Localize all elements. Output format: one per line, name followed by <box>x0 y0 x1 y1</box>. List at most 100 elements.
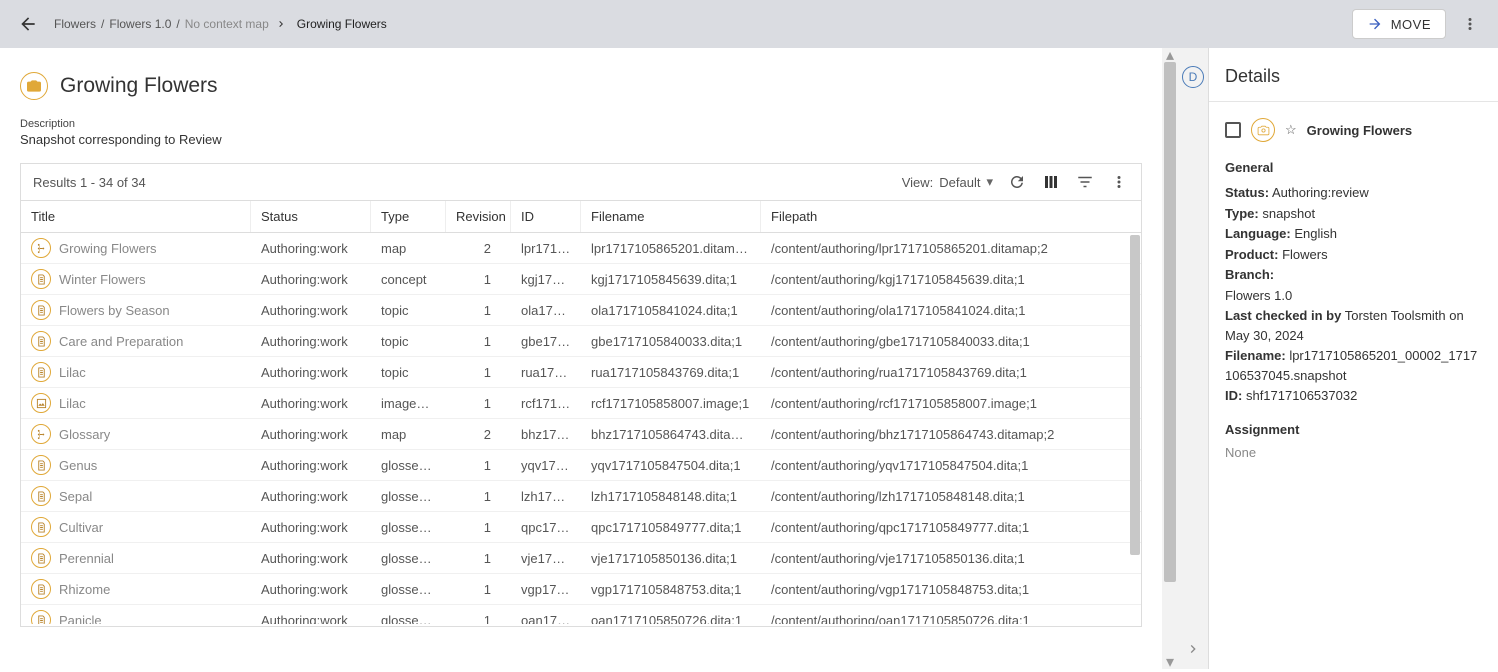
row-revision: 2 <box>446 236 511 261</box>
table-row[interactable]: SepalAuthoring:workglossentry1lzh17171..… <box>21 481 1141 512</box>
row-filename: rua1717105843769.dita;1 <box>581 360 761 385</box>
row-title-link[interactable]: Cultivar <box>59 520 103 535</box>
row-filepath: /content/authoring/kgj1717105845639.dita… <box>761 267 1141 292</box>
side-strip: D <box>1178 48 1208 669</box>
table-row[interactable]: Genus Authoring:workglossentry1yqv1717...… <box>21 450 1141 481</box>
row-id: rcf17171... <box>511 391 581 416</box>
arrow-left-icon <box>18 14 38 34</box>
row-title-link[interactable]: Care and Preparation <box>59 334 183 349</box>
row-filename: rcf1717105858007.image;1 <box>581 391 761 416</box>
row-filepath: /content/authoring/qpc1717105849777.dita… <box>761 515 1141 540</box>
table-row[interactable]: Care and PreparationAuthoring:worktopic1… <box>21 326 1141 357</box>
row-status: Authoring:work <box>251 453 371 478</box>
row-status: Authoring:work <box>251 360 371 385</box>
row-title-link[interactable]: Sepal <box>59 489 92 504</box>
snapshot-icon <box>1251 118 1275 142</box>
table-more-button[interactable] <box>1109 172 1129 192</box>
col-title[interactable]: Title <box>21 201 251 232</box>
row-revision: 1 <box>446 453 511 478</box>
row-revision: 1 <box>446 577 511 602</box>
row-title-link[interactable]: Panicle <box>59 613 102 625</box>
col-revision[interactable]: Revision <box>446 201 511 232</box>
scroll-down-icon[interactable]: ▾ <box>1162 655 1178 669</box>
row-revision: 1 <box>446 484 511 509</box>
filter-icon <box>1076 173 1094 191</box>
table-row[interactable]: Growing FlowersAuthoring:workmap2lpr1717… <box>21 233 1141 264</box>
table-row[interactable]: PanicleAuthoring:workglossentry1oan1717.… <box>21 605 1141 624</box>
table-row[interactable]: LilacAuthoring:worktopic1rua17171...rua1… <box>21 357 1141 388</box>
details-toggle[interactable]: D <box>1182 66 1204 88</box>
breadcrumb-item[interactable]: Flowers <box>54 17 96 31</box>
row-title-link[interactable]: Glossary <box>59 427 110 442</box>
more-menu-button[interactable] <box>1458 12 1482 36</box>
row-filename: qpc1717105849777.dita;1 <box>581 515 761 540</box>
main-scrollbar[interactable]: ▴ ▾ <box>1162 48 1178 669</box>
row-id: gbe1717... <box>511 329 581 354</box>
row-type: glossentry <box>371 453 446 478</box>
field-type: Type: snapshot <box>1225 204 1482 224</box>
panel-collapse-button[interactable] <box>1185 641 1201 657</box>
move-button[interactable]: MOVE <box>1352 9 1446 39</box>
row-status: Authoring:work <box>251 391 371 416</box>
scroll-thumb[interactable] <box>1130 235 1140 555</box>
row-title-link[interactable]: Winter Flowers <box>59 272 146 287</box>
row-revision: 1 <box>446 608 511 625</box>
row-id: oan1717... <box>511 608 581 625</box>
breadcrumb-item[interactable]: Flowers 1.0 <box>109 17 171 31</box>
breadcrumb-item[interactable]: No context map <box>185 17 269 31</box>
scroll-up-icon[interactable]: ▴ <box>1162 48 1178 62</box>
table-row[interactable]: CultivarAuthoring:workglossentry1qpc1717… <box>21 512 1141 543</box>
row-type-icon <box>31 393 51 413</box>
table-row[interactable]: GlossaryAuthoring:workmap2bhz1717...bhz1… <box>21 419 1141 450</box>
chevron-right-icon <box>1185 641 1201 657</box>
row-id: kgj17171... <box>511 267 581 292</box>
details-panel: Details ☆ Growing Flowers General Status… <box>1208 48 1498 669</box>
view-select[interactable]: View: Default ▾ <box>902 174 993 190</box>
general-label: General <box>1225 160 1482 175</box>
row-status: Authoring:work <box>251 329 371 354</box>
row-type: glossentry <box>371 546 446 571</box>
table-row[interactable]: RhizomeAuthoring:workglossentry1vgp1717.… <box>21 574 1141 605</box>
row-filepath: /content/authoring/lzh1717105848148.dita… <box>761 484 1141 509</box>
scroll-thumb[interactable] <box>1164 62 1176 582</box>
row-filename: kgj1717105845639.dita;1 <box>581 267 761 292</box>
row-filename: lzh1717105848148.dita;1 <box>581 484 761 509</box>
refresh-button[interactable] <box>1007 172 1027 192</box>
row-filename: vje1717105850136.dita;1 <box>581 546 761 571</box>
table-row[interactable]: Flowers by SeasonAuthoring:worktopic1ola… <box>21 295 1141 326</box>
row-title-link[interactable]: Genus <box>59 458 97 473</box>
description-label: Description <box>20 118 1162 130</box>
col-filename[interactable]: Filename <box>581 201 761 232</box>
row-filename: lpr1717105865201.ditamap;2 <box>581 236 761 261</box>
row-title-link[interactable]: Perennial <box>59 551 114 566</box>
chevron-right-icon <box>275 18 287 30</box>
row-status: Authoring:work <box>251 515 371 540</box>
col-filepath[interactable]: Filepath <box>761 201 1141 232</box>
row-type-icon <box>31 362 51 382</box>
row-title-link[interactable]: Flowers by Season <box>59 303 170 318</box>
details-checkbox[interactable] <box>1225 122 1241 138</box>
col-status[interactable]: Status <box>251 201 371 232</box>
row-id: yqv1717... <box>511 453 581 478</box>
table-row[interactable]: Winter FlowersAuthoring:workconcept1kgj1… <box>21 264 1141 295</box>
filter-button[interactable] <box>1075 172 1095 192</box>
row-id: lpr17171... <box>511 236 581 261</box>
back-button[interactable] <box>16 12 40 36</box>
row-filename: ola1717105841024.dita;1 <box>581 298 761 323</box>
details-title: Growing Flowers <box>1307 123 1412 138</box>
table-row[interactable]: LilacAuthoring:workimageme...1rcf17171..… <box>21 388 1141 419</box>
results-bar: Results 1 - 34 of 34 View: Default ▾ <box>20 163 1142 200</box>
table-row[interactable]: PerennialAuthoring:workglossentry1vje171… <box>21 543 1141 574</box>
col-id[interactable]: ID <box>511 201 581 232</box>
row-title-link[interactable]: Lilac <box>59 365 86 380</box>
row-type-icon <box>31 610 51 624</box>
col-type[interactable]: Type <box>371 201 446 232</box>
favorite-button[interactable]: ☆ <box>1285 122 1297 138</box>
row-title-link[interactable]: Lilac <box>59 396 86 411</box>
row-title-link[interactable]: Growing Flowers <box>59 241 157 256</box>
table-scrollbar[interactable] <box>1129 235 1141 626</box>
field-product: Product: Flowers <box>1225 245 1482 265</box>
row-title-link[interactable]: Rhizome <box>59 582 110 597</box>
row-type: imageme... <box>371 391 446 416</box>
columns-button[interactable] <box>1041 172 1061 192</box>
